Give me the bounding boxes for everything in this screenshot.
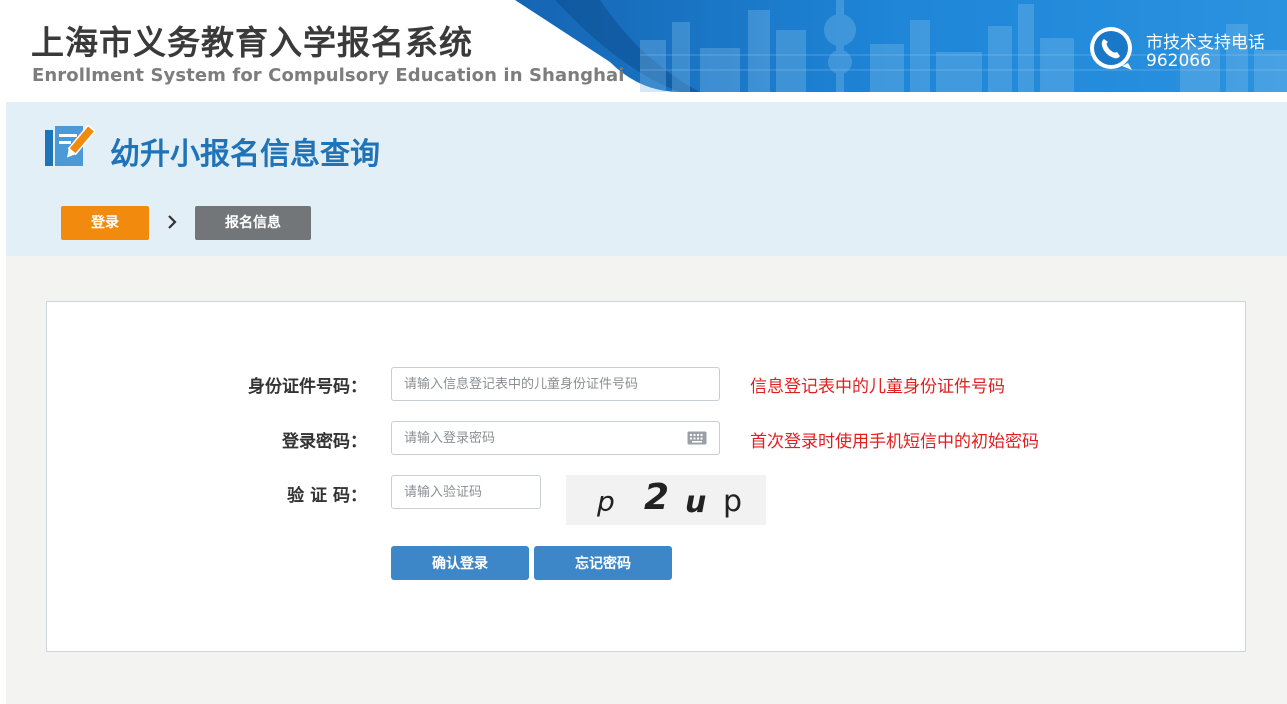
page: 上海市义务教育入学报名系统 Enrollment System for Comp… (0, 0, 1287, 704)
system-title: 上海市义务教育入学报名系统 (31, 23, 473, 62)
captcha-label: 验 证 码： (287, 486, 367, 506)
password-hint: 首次登录时使用手机短信中的初始密码 (750, 432, 1039, 452)
captcha-char: p (723, 484, 743, 519)
chevron-right-icon (168, 215, 177, 229)
captcha-char: u (685, 485, 707, 520)
step-login: 登录 (61, 206, 149, 240)
header: 上海市义务教育入学报名系统 Enrollment System for Comp… (0, 0, 1287, 92)
captcha-char: p (597, 485, 615, 518)
system-subtitle: Enrollment System for Compulsory Educati… (32, 65, 625, 86)
password-label: 登录密码： (282, 432, 367, 452)
id-number-label: 身份证件号码： (248, 377, 367, 397)
captcha-char: 2 (644, 477, 670, 518)
id-number-hint: 信息登记表中的儿童身份证件号码 (750, 377, 1005, 397)
title-band: 幼升小报名信息查询 登录 报名信息 (6, 102, 1287, 256)
phone-icon (1090, 27, 1132, 70)
confirm-login-button[interactable]: 确认登录 (391, 546, 529, 580)
captcha-image[interactable]: p 2 u p (566, 475, 766, 525)
support-phone-label: 市技术支持电话 (1146, 33, 1265, 53)
login-form-panel: 身份证件号码： 信息登记表中的儿童身份证件号码 登录密码： 首次登录时使用手机短… (46, 301, 1246, 652)
step-registration-info: 报名信息 (195, 206, 311, 240)
password-input[interactable] (391, 421, 720, 455)
forgot-password-button[interactable]: 忘记密码 (534, 546, 672, 580)
captcha-input[interactable] (391, 475, 541, 509)
page-title: 幼升小报名信息查询 (110, 137, 380, 172)
support-phone-number: 962066 (1146, 51, 1211, 71)
keyboard-icon[interactable] (687, 431, 707, 445)
edit-form-icon (45, 124, 95, 166)
id-number-input[interactable] (391, 367, 720, 401)
